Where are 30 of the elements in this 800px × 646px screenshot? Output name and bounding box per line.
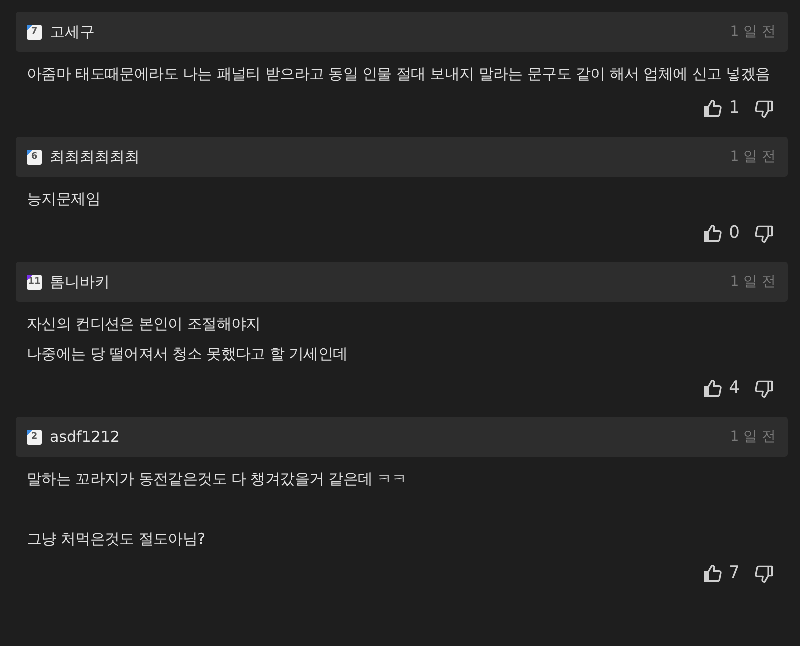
thumbs-up-icon[interactable]	[703, 379, 724, 399]
thumbs-down-icon[interactable]	[754, 379, 774, 399]
username: asdf1212	[50, 426, 120, 448]
thumbs-down-icon[interactable]	[754, 99, 774, 119]
thumbs-up-icon[interactable]	[703, 224, 724, 244]
comment-text: 말하는 꼬라지가 동전같은것도 다 챙겨갔을거 같은데 ㅋㅋ	[27, 469, 408, 490]
level-badge: 2	[27, 430, 42, 444]
thumbs-down-icon[interactable]	[754, 564, 774, 584]
like-count: 0	[729, 222, 740, 246]
username: 톰니바키	[50, 272, 110, 293]
level-badge: 6	[27, 150, 42, 164]
comment-text: 나중에는 당 떨어져서 청소 못했다고 할 기세인데	[27, 344, 349, 365]
thumbs-up-icon[interactable]	[703, 99, 724, 119]
timestamp: 1 일 전	[730, 272, 776, 292]
timestamp: 1 일 전	[730, 428, 776, 446]
like-count: 7	[729, 562, 740, 586]
username: 고세구	[50, 22, 95, 43]
comment-text: 자신의 컨디션은 본인이 조절해야지	[27, 314, 262, 335]
level-badge: 7	[27, 24, 42, 40]
comment-text: 그냥 처먹은것도 절도아님?	[27, 529, 206, 550]
comment-text: 아줌마 태도때문에라도 나는 패널티 받으라고 동일 인물 절대 보내지 말라는 문구도 같이 해서 업체에 신고 넣겠음	[27, 64, 772, 85]
level-badge: 11	[27, 274, 42, 290]
timestamp: 1 일 전	[730, 22, 776, 42]
timestamp: 1 일 전	[730, 148, 776, 166]
comment-text: 능지문제임	[27, 189, 102, 210]
like-count: 1	[729, 97, 740, 120]
like-count: 4	[729, 377, 740, 400]
username: 최최최최최최	[50, 146, 140, 168]
thumbs-down-icon[interactable]	[754, 224, 774, 244]
thumbs-up-icon[interactable]	[703, 564, 724, 584]
